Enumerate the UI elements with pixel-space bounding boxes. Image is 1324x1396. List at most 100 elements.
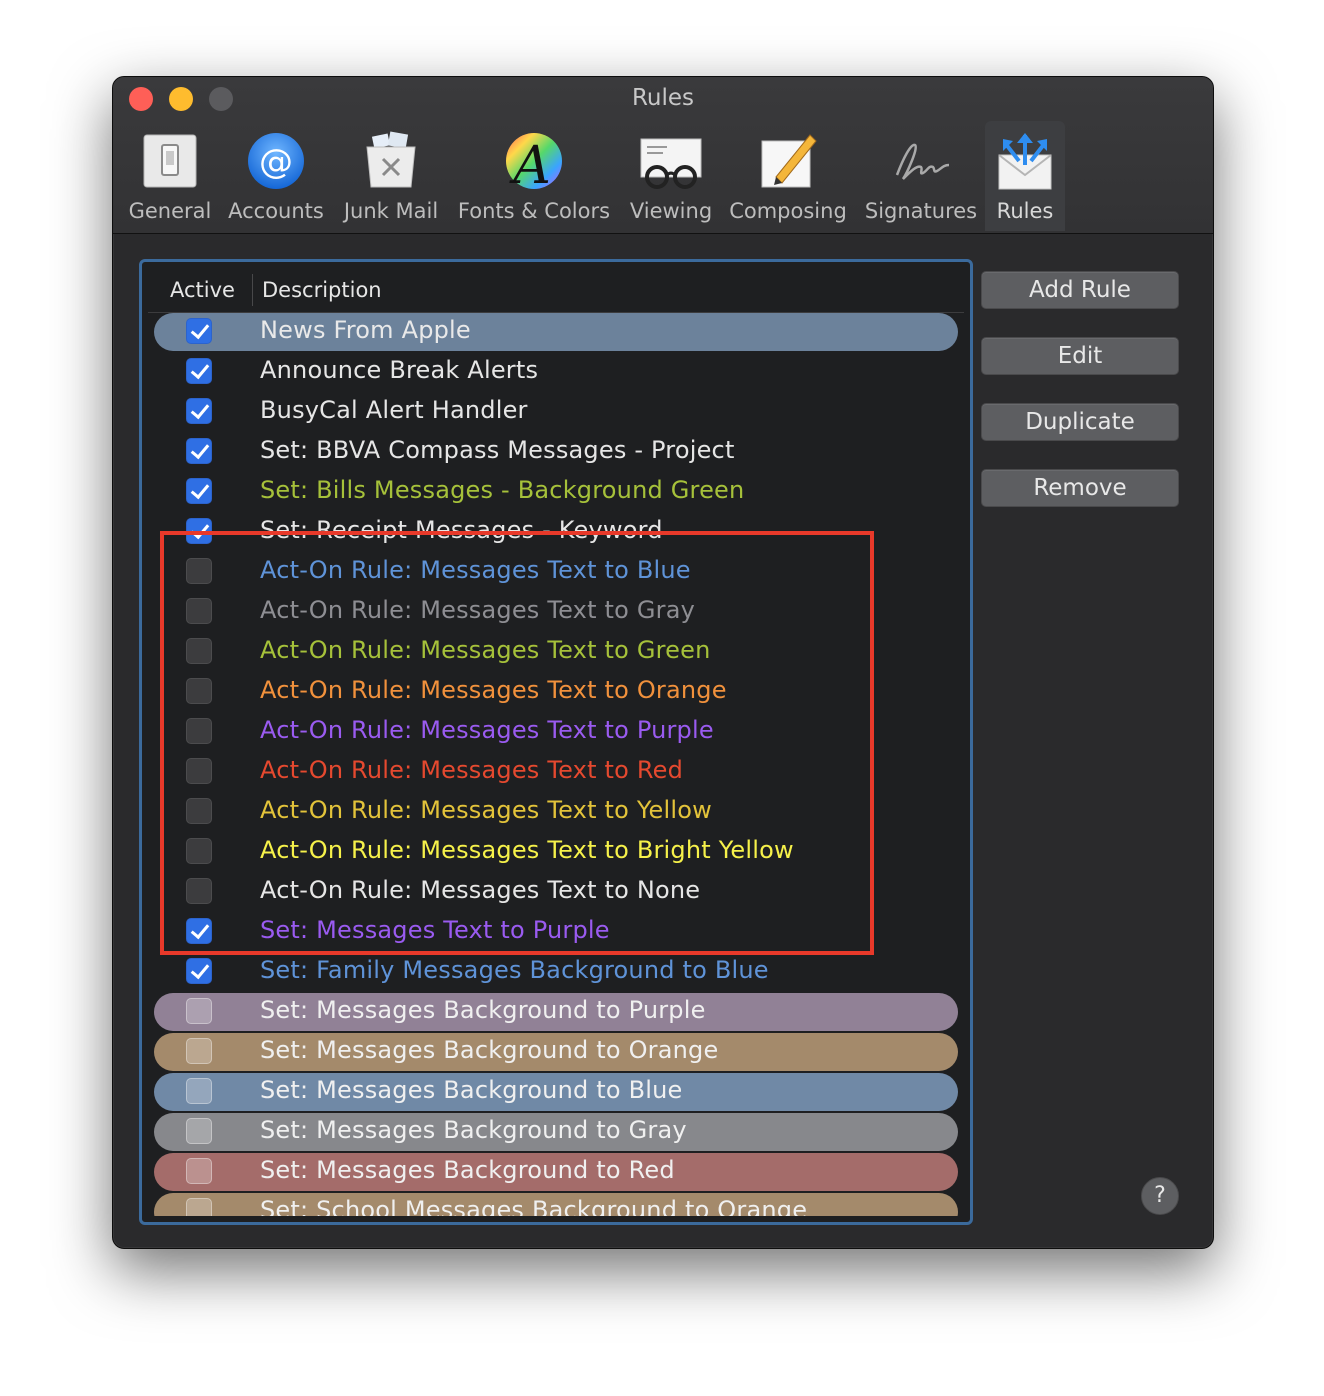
trash-basket-icon	[359, 129, 423, 193]
active-checkbox[interactable]	[186, 1118, 212, 1144]
rule-description: Act-On Rule: Messages Text to Bright Yel…	[260, 836, 794, 864]
rules-table[interactable]: Active Description News From Apple Announ…	[139, 259, 973, 1225]
rule-description: News From Apple	[260, 316, 471, 344]
toolbar-label: General	[128, 199, 212, 223]
signature-icon	[889, 129, 953, 193]
toolbar-label: Rules	[996, 199, 1054, 223]
table-row[interactable]: Set: Messages Background to Red	[148, 1152, 964, 1192]
table-row[interactable]: Set: Family Messages Background to Blue	[148, 952, 964, 992]
rule-description: Set: School Messages Background to Orang…	[260, 1196, 808, 1216]
active-checkbox[interactable]	[186, 1198, 212, 1216]
glasses-icon	[639, 129, 703, 193]
titlebar: Rules General @ Accounts Junk Mail A Fon…	[113, 77, 1213, 234]
toolbar-label: Junk Mail	[343, 199, 439, 223]
remove-button[interactable]: Remove	[981, 469, 1179, 507]
active-checkbox[interactable]	[186, 798, 212, 824]
rules-preferences-window: Rules General @ Accounts Junk Mail A Fon…	[112, 76, 1214, 1249]
column-header-description[interactable]: Description	[262, 278, 382, 302]
active-checkbox[interactable]	[186, 878, 212, 904]
rule-description: Act-On Rule: Messages Text to Blue	[260, 556, 691, 584]
toolbar-label: Composing	[729, 199, 847, 223]
table-row[interactable]: Announce Break Alerts	[148, 352, 964, 392]
toolbar-composing[interactable]: Composing	[727, 121, 849, 231]
table-row[interactable]: Act-On Rule: Messages Text to Bright Yel…	[148, 832, 964, 872]
active-checkbox[interactable]	[186, 918, 212, 944]
rules-envelope-icon	[993, 129, 1057, 193]
svg-text:@: @	[259, 142, 293, 182]
active-checkbox[interactable]	[186, 558, 212, 584]
rule-description: Act-On Rule: Messages Text to Red	[260, 756, 684, 784]
toolbar-junk-mail[interactable]: Junk Mail	[339, 121, 443, 231]
active-checkbox[interactable]	[186, 1038, 212, 1064]
edit-button[interactable]: Edit	[981, 337, 1179, 375]
table-row[interactable]: Set: Messages Background to Purple	[148, 992, 964, 1032]
table-row[interactable]: Act-On Rule: Messages Text to Red	[148, 752, 964, 792]
toolbar-accounts[interactable]: @ Accounts	[225, 121, 327, 231]
active-checkbox[interactable]	[186, 838, 212, 864]
rule-description: BusyCal Alert Handler	[260, 396, 528, 424]
toolbar-label: Accounts	[228, 199, 324, 223]
active-checkbox[interactable]	[186, 718, 212, 744]
table-row[interactable]: Set: Messages Background to Orange	[148, 1032, 964, 1072]
active-checkbox[interactable]	[186, 358, 212, 384]
toolbar-fonts-colors[interactable]: A Fonts & Colors	[453, 121, 615, 231]
active-checkbox[interactable]	[186, 1078, 212, 1104]
rule-description: Announce Break Alerts	[260, 356, 539, 384]
rule-description: Act-On Rule: Messages Text to Orange	[260, 676, 727, 704]
rule-description: Set: BBVA Compass Messages - Project	[260, 436, 735, 464]
toolbar-signatures[interactable]: Signatures	[861, 121, 981, 231]
toolbar-label: Signatures	[864, 199, 978, 223]
table-row[interactable]: Act-On Rule: Messages Text to Purple	[148, 712, 964, 752]
column-header-active[interactable]: Active	[170, 278, 235, 302]
rule-description: Set: Receipt Messages - Keyword	[260, 516, 663, 544]
active-checkbox[interactable]	[186, 638, 212, 664]
add-rule-button[interactable]: Add Rule	[981, 271, 1179, 309]
rule-description: Act-On Rule: Messages Text to Purple	[260, 716, 714, 744]
table-header: Active Description	[148, 268, 964, 313]
active-checkbox[interactable]	[186, 758, 212, 784]
help-button[interactable]: ?	[1141, 1177, 1179, 1215]
active-checkbox[interactable]	[186, 678, 212, 704]
table-row[interactable]: Set: Bills Messages - Background Green	[148, 472, 964, 512]
active-checkbox[interactable]	[186, 958, 212, 984]
active-checkbox[interactable]	[186, 478, 212, 504]
rule-description: Act-On Rule: Messages Text to Yellow	[260, 796, 712, 824]
active-checkbox[interactable]	[186, 398, 212, 424]
table-row[interactable]: Set: Receipt Messages - Keyword	[148, 512, 964, 552]
window-title: Rules	[631, 85, 695, 111]
rule-description: Set: Messages Background to Red	[260, 1156, 675, 1184]
table-row[interactable]: Act-On Rule: Messages Text to Yellow	[148, 792, 964, 832]
pencil-paper-icon	[756, 129, 820, 193]
active-checkbox[interactable]	[186, 998, 212, 1024]
table-row[interactable]: Act-On Rule: Messages Text to Orange	[148, 672, 964, 712]
table-row[interactable]: Act-On Rule: Messages Text to Blue	[148, 552, 964, 592]
table-row[interactable]: Act-On Rule: Messages Text to None	[148, 872, 964, 912]
rule-description: Set: Bills Messages - Background Green	[260, 476, 745, 504]
active-checkbox[interactable]	[186, 438, 212, 464]
table-row[interactable]: Set: Messages Background to Blue	[148, 1072, 964, 1112]
table-row[interactable]: Act-On Rule: Messages Text to Green	[148, 632, 964, 672]
table-row[interactable]: Set: Messages Text to Purple	[148, 912, 964, 952]
rule-description: Set: Messages Background to Orange	[260, 1036, 719, 1064]
table-row[interactable]: News From Apple	[148, 312, 964, 352]
rule-description: Set: Messages Text to Purple	[260, 916, 610, 944]
svg-text:A: A	[509, 136, 551, 193]
rule-description: Act-On Rule: Messages Text to None	[260, 876, 701, 904]
duplicate-button[interactable]: Duplicate	[981, 403, 1179, 441]
active-checkbox[interactable]	[186, 518, 212, 544]
table-row[interactable]: Set: Messages Background to Gray	[148, 1112, 964, 1152]
toolbar-label: Viewing	[629, 199, 713, 223]
toolbar-viewing[interactable]: Viewing	[625, 121, 717, 231]
table-row[interactable]: BusyCal Alert Handler	[148, 392, 964, 432]
column-divider	[252, 274, 253, 306]
active-checkbox[interactable]	[186, 318, 212, 344]
toolbar-label: Fonts & Colors	[457, 199, 611, 223]
toolbar-rules[interactable]: Rules	[985, 121, 1065, 231]
fonts-colors-icon: A	[502, 129, 566, 196]
active-checkbox[interactable]	[186, 598, 212, 624]
table-row[interactable]: Act-On Rule: Messages Text to Gray	[148, 592, 964, 632]
toolbar-general[interactable]: General	[127, 121, 213, 231]
table-row[interactable]: Set: School Messages Background to Orang…	[148, 1192, 964, 1216]
active-checkbox[interactable]	[186, 1158, 212, 1184]
table-row[interactable]: Set: BBVA Compass Messages - Project	[148, 432, 964, 472]
